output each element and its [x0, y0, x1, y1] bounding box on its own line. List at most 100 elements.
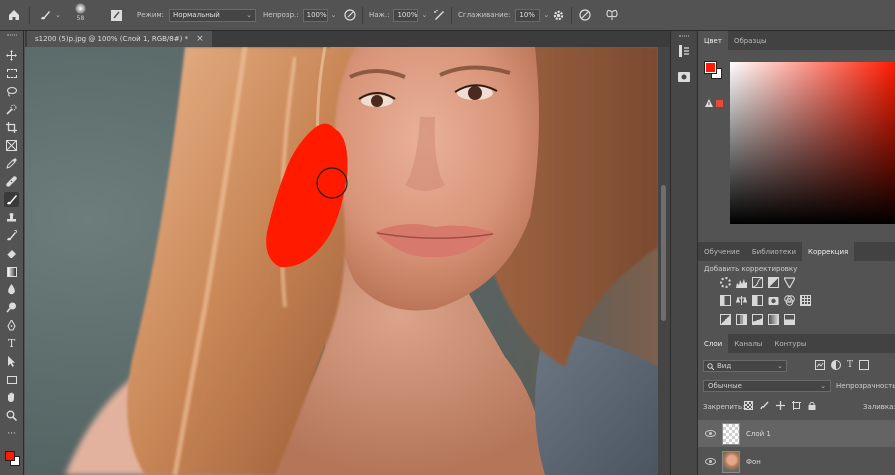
path-selection-tool[interactable]: [4, 354, 19, 369]
color-field[interactable]: [730, 62, 895, 224]
close-icon[interactable]: ×: [196, 34, 204, 44]
brightness-contrast-icon[interactable]: [720, 277, 731, 288]
color-swatches[interactable]: [4, 450, 21, 467]
black-white-icon[interactable]: [752, 295, 763, 306]
lock-pixels-icon[interactable]: [760, 401, 769, 410]
layer-opacity-label: Непрозрачность:: [836, 382, 895, 390]
blend-mode-select[interactable]: Обычные ⌄: [703, 380, 831, 392]
lock-all-icon[interactable]: [808, 401, 816, 410]
vibrance-icon[interactable]: [784, 277, 795, 288]
exposure-icon[interactable]: [768, 277, 779, 288]
foreground-color-swatch[interactable]: [5, 451, 15, 461]
out-of-gamut-warning[interactable]: [705, 99, 723, 107]
history-brush-tool[interactable]: [4, 228, 19, 243]
document-tab[interactable]: s1200 (5)p.jpg @ 100% (Слой 1, RGB/8#) *…: [27, 31, 212, 47]
brush-preset-button[interactable]: ⌄: [38, 6, 61, 24]
blur-tool[interactable]: [4, 282, 19, 297]
eyedropper-icon: [6, 158, 17, 169]
layer-row-layer1[interactable]: Слой 1: [698, 420, 895, 447]
pressure-opacity-button[interactable]: [343, 6, 357, 24]
visibility-eye-icon[interactable]: [705, 430, 716, 437]
smoothing-input[interactable]: 10%: [515, 8, 541, 22]
marquee-tool[interactable]: [4, 66, 19, 81]
eraser-tool[interactable]: [4, 246, 19, 261]
brush-panel-toggle[interactable]: [110, 6, 123, 24]
flow-slider-toggle[interactable]: ⌄: [421, 11, 427, 19]
tab-color[interactable]: Цвет: [698, 31, 728, 50]
home-button[interactable]: [7, 6, 21, 24]
gamut-swatch[interactable]: [716, 99, 723, 107]
canvas-vertical-scrollbar[interactable]: [658, 47, 670, 475]
eyedropper-tool[interactable]: [4, 156, 19, 171]
zoom-tool[interactable]: [4, 408, 19, 423]
tab-adjustments[interactable]: Коррекция: [802, 242, 855, 261]
history-panel-button[interactable]: [677, 44, 691, 58]
eraser-icon: [6, 250, 16, 259]
right-panels: Цвет Образцы Обучение Библиотеки Коррекц…: [697, 31, 895, 475]
hue-saturation-icon[interactable]: [720, 295, 731, 306]
tab-channels[interactable]: Каналы: [728, 334, 768, 353]
toolbar-grip[interactable]: [7, 34, 17, 36]
quick-selection-tool[interactable]: [4, 102, 19, 117]
dock-grip[interactable]: [679, 35, 689, 37]
tab-swatches[interactable]: Образцы: [728, 31, 773, 50]
brush-size-picker[interactable]: 58: [75, 3, 86, 27]
visibility-eye-icon[interactable]: [705, 458, 716, 465]
foreground-color-swatch[interactable]: [704, 61, 717, 74]
smoothing-settings-button[interactable]: [552, 6, 565, 24]
frame-tool[interactable]: [4, 138, 19, 153]
filter-adjustment-icon[interactable]: [831, 360, 841, 370]
curves-icon[interactable]: [752, 277, 763, 288]
edit-toolbar-button[interactable]: ···: [4, 426, 19, 441]
flow-input[interactable]: 100%: [393, 8, 419, 22]
pressure-size-button[interactable]: [578, 6, 592, 24]
tab-learn[interactable]: Обучение: [698, 242, 746, 261]
posterize-icon[interactable]: [736, 314, 747, 325]
lock-label: Закрепить:: [703, 403, 745, 411]
smoothing-slider-toggle[interactable]: ⌄: [543, 11, 549, 19]
gradient-tool[interactable]: [4, 264, 19, 279]
mode-select[interactable]: Нормальный ⌄: [169, 8, 257, 22]
scrollbar-thumb[interactable]: [661, 185, 666, 321]
gradient-map-icon[interactable]: [768, 314, 779, 325]
invert-icon[interactable]: [720, 314, 731, 325]
layer-filter-select[interactable]: Вид ⌄: [703, 360, 787, 372]
tab-paths[interactable]: Контуры: [768, 334, 812, 353]
properties-panel-button[interactable]: [677, 70, 691, 84]
history-brush-icon: [7, 230, 17, 241]
levels-icon[interactable]: [736, 277, 747, 288]
photo-filter-icon[interactable]: [768, 295, 779, 306]
brush-icon: [7, 195, 17, 205]
document-canvas[interactable]: [25, 47, 658, 475]
airbrush-button[interactable]: [432, 6, 446, 24]
dodge-tool[interactable]: [4, 300, 19, 315]
layer-row-background[interactable]: Фон: [698, 448, 895, 475]
healing-brush-tool[interactable]: [4, 174, 19, 189]
symmetry-button[interactable]: [605, 6, 619, 24]
tab-libraries[interactable]: Библиотеки: [746, 242, 802, 261]
hand-tool[interactable]: [4, 390, 19, 405]
brush-tool[interactable]: [4, 192, 19, 207]
lock-position-icon[interactable]: [776, 401, 785, 410]
color-lookup-icon[interactable]: [800, 295, 811, 306]
brush-icon: [41, 11, 50, 20]
opacity-slider-toggle[interactable]: ⌄: [331, 11, 337, 19]
type-tool[interactable]: T: [4, 336, 19, 351]
filter-pixel-icon[interactable]: [815, 360, 825, 370]
clone-stamp-tool[interactable]: [4, 210, 19, 225]
lock-artboard-icon[interactable]: [792, 401, 801, 410]
filter-shape-icon[interactable]: [859, 360, 870, 370]
move-tool[interactable]: [4, 48, 19, 63]
pen-tool[interactable]: [4, 318, 19, 333]
rectangle-tool[interactable]: [4, 372, 19, 387]
channel-mixer-icon[interactable]: [784, 295, 795, 306]
lock-transparent-icon[interactable]: [744, 401, 753, 410]
color-balance-icon[interactable]: [736, 295, 747, 306]
crop-tool[interactable]: [4, 120, 19, 135]
opacity-input[interactable]: 100%: [302, 8, 328, 22]
selective-color-icon[interactable]: [784, 314, 795, 325]
lasso-tool[interactable]: [4, 84, 19, 99]
threshold-icon[interactable]: [752, 314, 763, 325]
tab-layers[interactable]: Слои: [698, 334, 729, 353]
filter-type-icon[interactable]: T: [847, 360, 853, 370]
